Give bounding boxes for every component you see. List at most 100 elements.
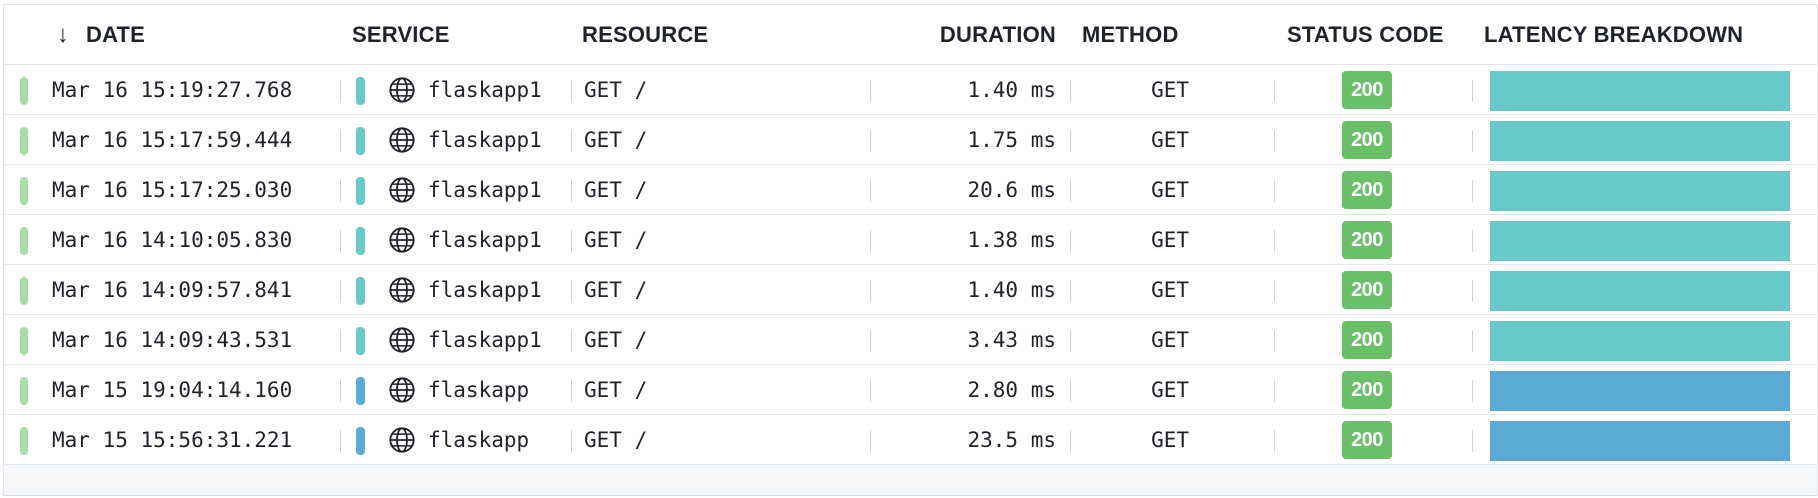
column-separator <box>870 80 871 102</box>
table-footer-empty <box>4 465 1817 495</box>
service-name[interactable]: flaskapp1 <box>428 178 542 202</box>
method-cell: GET <box>1084 265 1189 315</box>
status-code-badge: 200 <box>1342 271 1392 309</box>
service-color-indicator <box>356 227 365 255</box>
resource-value: GET / <box>584 128 648 152</box>
duration-cell: 2.80 ms <box>884 365 1056 415</box>
latency-breakdown-bar[interactable] <box>1490 171 1790 211</box>
resource-value: GET / <box>584 178 648 202</box>
date-cell: Mar 16 14:10:05.830 <box>52 215 292 265</box>
service-cell[interactable]: flaskapp1 <box>428 115 542 165</box>
column-separator <box>870 380 871 402</box>
globe-icon <box>389 77 415 103</box>
column-header-method-label: METHOD <box>1082 22 1179 47</box>
date-cell: Mar 15 19:04:14.160 <box>52 365 292 415</box>
service-name[interactable]: flaskapp1 <box>428 328 542 352</box>
date-value: Mar 16 15:17:59.444 <box>52 128 293 152</box>
service-name[interactable]: flaskapp1 <box>428 128 542 152</box>
table-row[interactable]: Mar 16 14:09:57.841 flaskapp1 GET / 1.40… <box>4 265 1817 315</box>
service-name[interactable]: flaskapp1 <box>428 228 542 252</box>
status-code-cell: 200 <box>1287 65 1447 115</box>
column-separator <box>1070 80 1071 102</box>
column-header-status-code[interactable]: STATUS CODE <box>1287 5 1444 65</box>
column-separator <box>1472 180 1473 202</box>
status-code-badge: 200 <box>1342 121 1392 159</box>
arrow-down-icon[interactable]: ↓ <box>52 23 74 47</box>
resource-cell: GET / <box>584 365 647 415</box>
service-cell[interactable]: flaskapp1 <box>428 65 542 115</box>
service-cell[interactable]: flaskapp1 <box>428 215 542 265</box>
duration-value: 2.80 ms <box>967 378 1056 402</box>
service-name[interactable]: flaskapp <box>428 378 529 402</box>
status-indicator <box>20 277 28 305</box>
date-value: Mar 16 15:19:27.768 <box>52 78 293 102</box>
table-row[interactable]: Mar 16 15:19:27.768 flaskapp1 GET / 1.40… <box>4 65 1817 115</box>
service-cell[interactable]: flaskapp <box>428 415 529 465</box>
resource-cell: GET / <box>584 265 647 315</box>
table-row[interactable]: Mar 16 15:17:59.444 flaskapp1 GET / 1.75… <box>4 115 1817 165</box>
globe-icon <box>389 427 415 453</box>
service-name[interactable]: flaskapp1 <box>428 278 542 302</box>
column-header-service[interactable]: SERVICE <box>352 5 450 65</box>
column-separator <box>1472 280 1473 302</box>
date-cell: Mar 15 15:56:31.221 <box>52 415 292 465</box>
column-separator <box>1070 430 1071 452</box>
latency-breakdown-bar[interactable] <box>1490 221 1790 261</box>
status-code-cell: 200 <box>1287 315 1447 365</box>
service-cell[interactable]: flaskapp1 <box>428 265 542 315</box>
service-cell[interactable]: flaskapp1 <box>428 315 542 365</box>
column-separator <box>340 180 341 202</box>
column-separator <box>1472 130 1473 152</box>
service-color-indicator <box>356 327 365 355</box>
date-cell: Mar 16 15:19:27.768 <box>52 65 292 115</box>
duration-value: 1.75 ms <box>967 128 1056 152</box>
column-header-method[interactable]: METHOD <box>1082 5 1179 65</box>
service-color-indicator <box>356 77 365 105</box>
column-header-date[interactable]: ↓ DATE <box>52 5 145 65</box>
method-value: GET <box>1151 178 1189 202</box>
latency-breakdown-bar[interactable] <box>1490 121 1790 161</box>
service-color-indicator <box>356 127 365 155</box>
latency-breakdown-bar[interactable] <box>1490 71 1790 111</box>
column-header-duration[interactable]: DURATION <box>884 5 1056 65</box>
service-color-indicator <box>356 277 365 305</box>
table-row[interactable]: Mar 16 14:09:43.531 flaskapp1 GET / 3.43… <box>4 315 1817 365</box>
table-row[interactable]: Mar 15 19:04:14.160 flaskapp GET / 2.80 … <box>4 365 1817 415</box>
column-header-resource[interactable]: RESOURCE <box>582 5 708 65</box>
table-row[interactable]: Mar 16 15:17:25.030 flaskapp1 GET / 20.6… <box>4 165 1817 215</box>
column-separator <box>870 430 871 452</box>
status-code-badge: 200 <box>1342 71 1392 109</box>
latency-breakdown-bar[interactable] <box>1490 271 1790 311</box>
column-separator <box>340 280 341 302</box>
status-indicator <box>20 227 28 255</box>
status-indicator <box>20 77 28 105</box>
column-header-latency-breakdown[interactable]: LATENCY BREAKDOWN <box>1484 5 1743 65</box>
service-cell[interactable]: flaskapp <box>428 365 529 415</box>
traces-table: ↓ DATE SERVICE RESOURCE DURATION METHOD … <box>3 4 1818 496</box>
service-color-indicator <box>356 427 365 455</box>
method-cell: GET <box>1084 415 1189 465</box>
column-header-resource-label: RESOURCE <box>582 22 709 47</box>
date-cell: Mar 16 15:17:25.030 <box>52 165 292 215</box>
duration-value: 1.40 ms <box>967 78 1056 102</box>
column-separator <box>571 230 572 252</box>
service-name[interactable]: flaskapp1 <box>428 78 542 102</box>
date-cell: Mar 16 14:09:43.531 <box>52 315 292 365</box>
globe-icon <box>389 327 415 353</box>
column-separator <box>1070 280 1071 302</box>
latency-breakdown-bar[interactable] <box>1490 371 1790 411</box>
method-value: GET <box>1151 228 1189 252</box>
service-color-indicator <box>356 177 365 205</box>
status-code-cell: 200 <box>1287 265 1447 315</box>
latency-breakdown-bar[interactable] <box>1490 321 1790 361</box>
column-separator <box>1070 180 1071 202</box>
table-row[interactable]: Mar 15 15:56:31.221 flaskapp GET / 23.5 … <box>4 415 1817 465</box>
column-separator <box>1472 430 1473 452</box>
status-code-badge: 200 <box>1342 371 1392 409</box>
latency-breakdown-bar[interactable] <box>1490 421 1790 461</box>
table-row[interactable]: Mar 16 14:10:05.830 flaskapp1 GET / 1.38… <box>4 215 1817 265</box>
service-name[interactable]: flaskapp <box>428 428 529 452</box>
status-code-badge: 200 <box>1342 421 1392 459</box>
table-header: ↓ DATE SERVICE RESOURCE DURATION METHOD … <box>4 5 1817 65</box>
service-cell[interactable]: flaskapp1 <box>428 165 542 215</box>
